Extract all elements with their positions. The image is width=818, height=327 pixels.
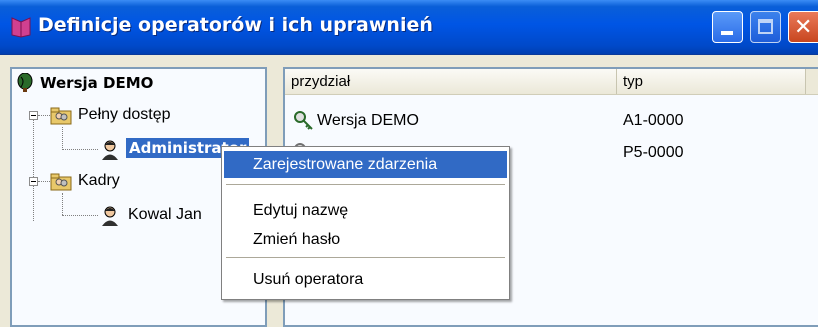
close-button[interactable]: ✕ — [788, 11, 818, 43]
menu-item-rename[interactable]: Edytuj nazwę — [224, 197, 507, 224]
user-icon — [102, 206, 118, 226]
menu-separator — [226, 257, 505, 259]
group-folder-icon — [50, 107, 72, 125]
minimize-icon — [721, 31, 733, 35]
maximize-icon — [758, 19, 773, 34]
column-header-assignment[interactable]: przydział — [285, 69, 617, 94]
menu-separator — [226, 184, 505, 186]
tree-connector — [33, 111, 34, 221]
tree-connector — [38, 181, 50, 182]
menu-item-change-password[interactable]: Zmień hasło — [224, 226, 507, 253]
tree-connector — [62, 215, 98, 216]
menu-item-events[interactable]: Zarejestrowane zdarzenia — [224, 151, 507, 178]
column-header-type[interactable]: typ — [617, 69, 806, 94]
menu-item-delete-operator[interactable]: Usuń operatora — [224, 266, 507, 293]
maximize-button[interactable] — [750, 11, 781, 43]
tree-connector — [38, 115, 50, 116]
tree-connector — [62, 149, 98, 150]
list-header: przydział typ — [285, 69, 818, 95]
tree-root-label: Wersja DEMO — [40, 74, 154, 92]
list-cell-assignment: Wersja DEMO — [317, 112, 419, 129]
tree-collapse-toggle[interactable] — [29, 177, 38, 186]
app-icon — [11, 17, 31, 38]
tree-connector — [62, 127, 63, 150]
list-cell-type: P5-0000 — [623, 144, 684, 161]
title-bar[interactable]: Definicje operatorów i ich uprawnień ✕ — [0, 0, 818, 55]
balloon-icon — [17, 73, 33, 92]
context-menu[interactable]: Zarejestrowane zdarzenia Edytuj nazwę Zm… — [221, 146, 510, 300]
close-icon: ✕ — [794, 15, 813, 40]
user-icon — [102, 140, 118, 160]
key-icon — [294, 111, 313, 130]
minimize-button[interactable] — [712, 11, 743, 43]
group-folder-icon — [50, 173, 72, 191]
tree-item-label: Kowal Jan — [128, 206, 202, 223]
window-title: Definicje operatorów i ich uprawnień — [38, 14, 433, 36]
list-cell-type: A1-0000 — [623, 112, 684, 129]
tree-item-label: Pełny dostęp — [78, 106, 171, 123]
tree-collapse-toggle[interactable] — [29, 111, 38, 120]
tree-connector — [62, 193, 63, 215]
tree-item-label: Kadry — [78, 172, 120, 189]
